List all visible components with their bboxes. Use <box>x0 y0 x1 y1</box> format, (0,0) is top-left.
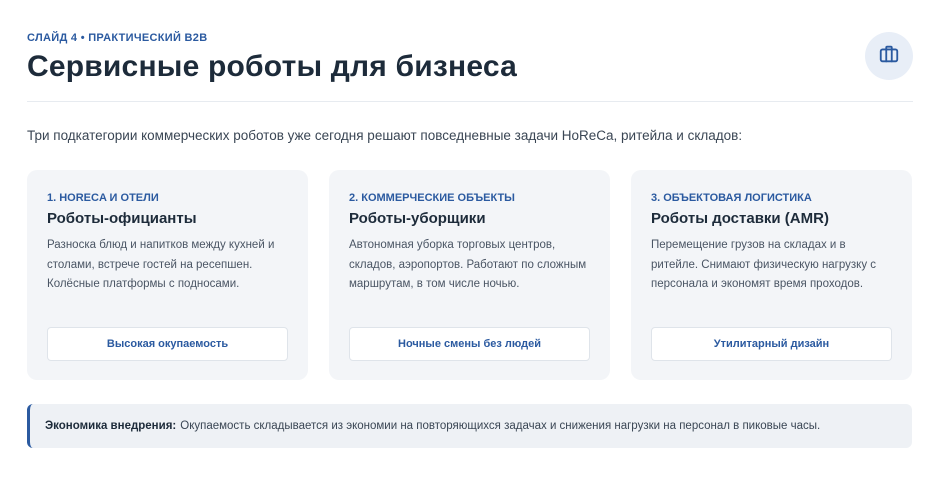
card-category: 3. ОБЪЕКТОВАЯ ЛОГИСТИКА <box>651 192 812 204</box>
card-tag: Высокая окупаемость <box>47 327 288 361</box>
card-description: Автономная уборка торговых центров, скла… <box>349 239 587 290</box>
economics-note: Экономика внедрения: Окупаемость складыв… <box>27 404 912 448</box>
card-title: Роботы доставки (AMR) <box>651 210 829 227</box>
cards-row: 1. HORECA И ОТЕЛИ Роботы-официанты Разно… <box>27 170 912 380</box>
card-description: Перемещение грузов на складах и в ритейл… <box>651 239 877 290</box>
briefcase-icon <box>878 43 900 70</box>
slide-header: СЛАЙД 4 • ПРАКТИЧЕСКИЙ B2B Сервисные роб… <box>27 32 913 102</box>
note-label: Экономика внедрения: <box>45 420 177 432</box>
slide-kicker: СЛАЙД 4 • ПРАКТИЧЕСКИЙ B2B <box>27 32 208 44</box>
card-description: Разноска блюд и напитков между кухней и … <box>47 239 275 290</box>
card-logistics: 3. ОБЪЕКТОВАЯ ЛОГИСТИКА Роботы доставки … <box>631 170 912 380</box>
intro-text: Три подкатегории коммерческих роботов уж… <box>27 128 743 143</box>
note-text: Окупаемость складывается из экономии на … <box>180 420 821 432</box>
page-title: Сервисные роботы для бизнеса <box>27 50 517 83</box>
card-horeca: 1. HORECA И ОТЕЛИ Роботы-официанты Разно… <box>27 170 308 380</box>
card-title: Роботы-уборщики <box>349 210 486 227</box>
card-title: Роботы-официанты <box>47 210 197 227</box>
card-tag: Утилитарный дизайн <box>651 327 892 361</box>
card-category: 1. HORECA И ОТЕЛИ <box>47 192 159 204</box>
card-category: 2. КОММЕРЧЕСКИЕ ОБЪЕКТЫ <box>349 192 515 204</box>
card-tag: Ночные смены без людей <box>349 327 590 361</box>
card-commercial: 2. КОММЕРЧЕСКИЕ ОБЪЕКТЫ Роботы-уборщики … <box>329 170 610 380</box>
briefcase-button[interactable] <box>865 32 913 80</box>
